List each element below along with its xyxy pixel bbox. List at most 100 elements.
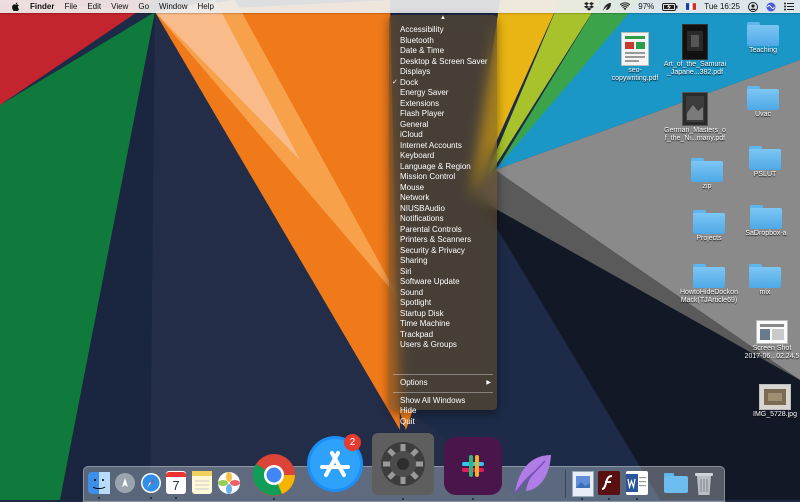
menu-help[interactable]: Help (197, 2, 213, 11)
notification-center-icon[interactable] (784, 2, 794, 12)
photos-icon[interactable] (217, 471, 241, 495)
flash-doc-icon[interactable] (598, 471, 620, 495)
dropbox-icon[interactable] (584, 2, 595, 12)
desktop-folder-teaching[interactable]: Teaching (728, 22, 798, 55)
folder-icon (693, 264, 725, 288)
desktop-folder-mix[interactable]: mix (730, 264, 800, 297)
menu-item-printers-scanners[interactable]: Printers & Scanners (389, 235, 497, 246)
menu-item-accessibility[interactable]: Accessibility (389, 25, 497, 36)
feather-app-icon[interactable] (509, 451, 555, 497)
menu-item-keyboard[interactable]: Keyboard (389, 151, 497, 162)
menu-item-bluetooth[interactable]: Bluetooth (389, 36, 497, 47)
menu-item-security-privacy[interactable]: Security & Privacy (389, 246, 497, 257)
menu-item-icloud[interactable]: iCloud (389, 130, 497, 141)
menu-item-network[interactable]: Network (389, 193, 497, 204)
scroll-up-arrow-icon[interactable]: ▲ (440, 15, 446, 21)
menu-item-date-time[interactable]: Date & Time (389, 46, 497, 57)
menu-item-energy-saver[interactable]: Energy Saver (389, 88, 497, 99)
safari-icon[interactable] (140, 472, 162, 494)
menu-item-label: Parental Controls (400, 224, 462, 234)
menu-finder[interactable]: Finder (30, 2, 54, 11)
menu-item-sharing[interactable]: Sharing (389, 256, 497, 267)
desktop-folder-uvac[interactable]: Uvac (728, 86, 798, 119)
menu-item-language-region[interactable]: Language & Region (389, 162, 497, 173)
menu-item-displays[interactable]: Displays (389, 67, 497, 78)
menu-item-flash-player[interactable]: Flash Player (389, 109, 497, 120)
menu-item-siri[interactable]: Siri (389, 267, 497, 278)
menu-item-parental-controls[interactable]: Parental Controls (389, 225, 497, 236)
menu-item-label: iCloud (400, 130, 423, 139)
menu-item-desktop-screen-saver[interactable]: Desktop & Screen Saver (389, 57, 497, 68)
menu-item-sound[interactable]: Sound (389, 288, 497, 299)
desktop-folder-label: mix (759, 289, 771, 296)
menu-file[interactable]: File (64, 2, 77, 11)
battery-charging-icon[interactable] (662, 2, 678, 12)
menu-item-spotlight[interactable]: Spotlight (389, 298, 497, 309)
menu-item-startup-disk[interactable]: Startup Disk (389, 309, 497, 320)
finder-icon[interactable] (88, 472, 110, 494)
menu-go[interactable]: Go (138, 2, 149, 11)
menu-view[interactable]: View (111, 2, 128, 11)
slack-icon[interactable] (444, 437, 502, 495)
downloads-folder-icon[interactable] (664, 473, 688, 493)
menu-item-notifications[interactable]: Notifications (389, 214, 497, 225)
folder-icon (747, 86, 779, 110)
menu-item-niusbaudio[interactable]: NIUSBAudio (389, 204, 497, 215)
menu-item-extensions[interactable]: Extensions (389, 99, 497, 110)
running-indicator (150, 497, 152, 499)
menu-item-trackpad[interactable]: Trackpad (389, 330, 497, 341)
preview-doc-icon[interactable] (572, 471, 594, 497)
menu-item-hide[interactable]: Hide (389, 406, 497, 417)
menu-item-label: Flash Player (400, 109, 445, 118)
menu-item-mission-control[interactable]: Mission Control (389, 172, 497, 183)
menu-edit[interactable]: Edit (87, 2, 101, 11)
menu-item-quit[interactable]: Quit (389, 417, 497, 428)
calendar-icon[interactable]: 7 (166, 471, 186, 494)
submenu-arrow-icon: ▶ (486, 380, 491, 386)
desktop-folder-label: Teaching (748, 47, 778, 54)
flag-icon[interactable] (686, 2, 697, 12)
clock[interactable]: Tue 16:25 (704, 2, 740, 11)
system-preferences-icon[interactable] (372, 433, 434, 495)
menu-separator (393, 374, 493, 375)
menu-item-users-groups[interactable]: Users & Groups (389, 340, 497, 351)
desktop-folder-pslut[interactable]: PSLUT (730, 146, 800, 179)
menu-item-general[interactable]: General (389, 120, 497, 131)
menu-item-label: NIUSBAudio (400, 203, 445, 213)
desktop-folder-sadropbox[interactable]: SaDropbox-a (731, 205, 800, 238)
menu-item-internet-accounts[interactable]: Internet Accounts (389, 141, 497, 152)
app-store-badge: 2 (344, 434, 361, 451)
menu-item-dock[interactable]: ✓ Dock (389, 78, 497, 89)
menu-item-options-label: Options (400, 378, 428, 387)
pdf-thumbnail-icon (682, 92, 708, 126)
menu-item-label: Extensions (400, 98, 440, 108)
menu-item-software-update[interactable]: Software Update (389, 277, 497, 288)
menu-window[interactable]: Window (159, 2, 187, 11)
menu-item-label: Time Machine (400, 319, 450, 328)
siri-icon[interactable] (766, 2, 776, 12)
word-doc-icon[interactable] (626, 471, 648, 495)
desktop-file-img-5728[interactable]: IMG_5728.jpg (740, 384, 800, 419)
chrome-icon[interactable] (252, 453, 296, 497)
menu-item-show-all-windows[interactable]: Show All Windows (389, 396, 497, 407)
apple-menu-icon[interactable] (11, 2, 20, 12)
checkmark-icon: ✓ (392, 78, 398, 86)
menu-item-time-machine[interactable]: Time Machine (389, 319, 497, 330)
feather-icon[interactable] (602, 2, 612, 12)
menu-item-label: Displays (400, 67, 431, 76)
wifi-icon[interactable] (620, 2, 631, 12)
desktop-file-german-masters[interactable]: German_Masters_o f_the_Ni...many.pdf (660, 92, 730, 143)
menu-item-mouse[interactable]: Mouse (389, 183, 497, 194)
desktop-file-art-of-the-samurai[interactable]: Art_of_the_Samurai _Japane...382.pdf (660, 24, 730, 77)
desktop-folder-label: Uvac (755, 111, 771, 118)
desktop-file-screen-shot[interactable]: Screen Shot 2017-06...02.24.5 (737, 320, 800, 361)
launchpad-icon[interactable] (114, 472, 136, 494)
user-icon[interactable] (748, 1, 758, 12)
menu-item-options[interactable]: Options ▶ (389, 378, 497, 389)
trash-icon[interactable] (694, 470, 714, 496)
notes-icon[interactable] (192, 471, 212, 494)
folder-icon (750, 205, 782, 229)
dock-separator (565, 470, 566, 498)
folder-icon (691, 158, 723, 182)
menu-item-label: Bluetooth (400, 35, 434, 45)
